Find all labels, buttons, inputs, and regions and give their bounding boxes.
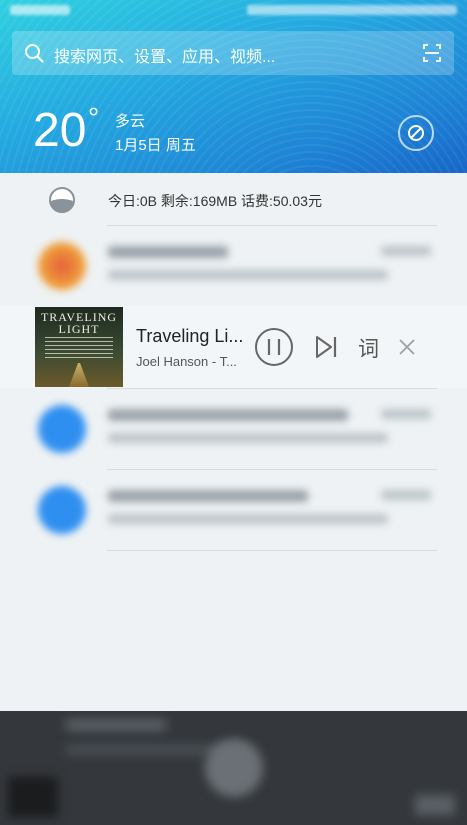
notification-item[interactable] <box>0 226 467 306</box>
notification-item[interactable] <box>0 389 467 469</box>
status-bar <box>0 0 467 22</box>
track-artist: Joel Hanson - T... <box>136 354 237 369</box>
music-player-notification[interactable]: TRAVELING LIGHT Traveling Li... Joel Han… <box>0 306 467 388</box>
blurred-home-button <box>205 739 263 797</box>
status-bar-left <box>10 5 70 15</box>
blurred-background <box>0 711 467 825</box>
weather-header: 搜索网页、设置、应用、视频... 20 ° 多云 1月5日 周五 <box>0 0 467 173</box>
notification-time <box>381 490 431 500</box>
app-avatar-icon <box>38 242 86 290</box>
cover-text-lines <box>45 337 113 359</box>
blurred-text <box>66 719 166 731</box>
notification-body <box>108 270 388 280</box>
notification-body <box>108 514 388 524</box>
scan-icon[interactable] <box>422 43 442 63</box>
close-icon[interactable] <box>396 306 418 388</box>
notification-title <box>108 490 308 502</box>
data-usage-icon <box>49 187 75 213</box>
blurred-thumbnail <box>8 777 58 817</box>
lyrics-button[interactable]: 词 <box>358 333 379 363</box>
notification-title <box>108 246 228 258</box>
search-bar[interactable]: 搜索网页、设置、应用、视频... <box>12 31 454 75</box>
app-avatar-icon <box>38 486 86 534</box>
app-avatar-icon <box>38 405 86 453</box>
notification-item[interactable] <box>0 470 467 550</box>
data-usage-row[interactable]: 今日:0B 剩余:169MB 话费:50.03元 <box>0 173 467 225</box>
status-bar-right <box>247 5 457 15</box>
do-not-disturb-button[interactable] <box>398 115 434 151</box>
weather-date: 1月5日 周五 <box>115 137 196 154</box>
pause-button[interactable] <box>253 306 295 388</box>
notification-panel: 今日:0B 剩余:169MB 话费:50.03元 TRAVELING LIGHT… <box>0 173 467 711</box>
degree-symbol: ° <box>88 102 100 133</box>
cover-path-art <box>69 363 89 387</box>
track-title: Traveling Li... <box>136 326 244 346</box>
album-cover-title: TRAVELING LIGHT <box>40 310 118 336</box>
search-placeholder: 搜索网页、设置、应用、视频... <box>54 49 276 66</box>
album-cover: TRAVELING LIGHT <box>35 307 123 387</box>
search-icon <box>25 44 44 63</box>
block-icon <box>408 125 424 141</box>
notification-body <box>108 433 388 443</box>
next-track-button[interactable] <box>310 306 342 388</box>
weather-condition: 多云 <box>115 113 146 130</box>
notification-time <box>381 409 431 419</box>
data-usage-text: 今日:0B 剩余:169MB 话费:50.03元 <box>108 193 322 209</box>
divider <box>107 550 437 551</box>
temperature: 20 <box>33 104 87 157</box>
notification-title <box>108 409 348 421</box>
blurred-icon <box>415 795 455 815</box>
notification-time <box>381 246 431 256</box>
